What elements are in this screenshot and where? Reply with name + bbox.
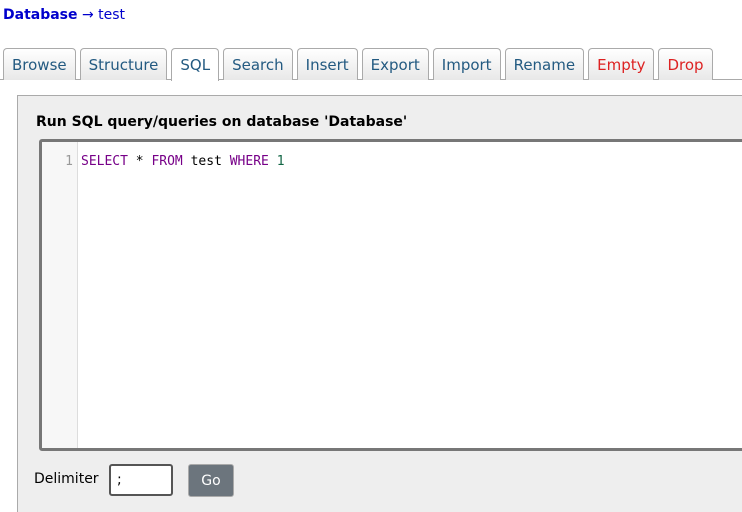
breadcrumb-table-link[interactable]: test (98, 7, 125, 23)
tab-bar: Browse Structure SQL Search Insert Expor… (3, 48, 713, 81)
tab-sql[interactable]: SQL (171, 48, 220, 81)
tab-export[interactable]: Export (361, 48, 429, 80)
tab-import[interactable]: Import (432, 48, 501, 80)
sql-page: Database → test Browse Structure SQL Sea… (0, 0, 742, 512)
tab-empty[interactable]: Empty (588, 48, 655, 80)
breadcrumb-arrow: → (81, 7, 94, 23)
sql-keyword-select: SELECT (81, 154, 128, 169)
sql-code-line[interactable]: SELECT * FROM test WHERE 1 (81, 154, 285, 169)
sql-keyword-from: FROM (151, 154, 183, 169)
breadcrumb: Database → test (3, 7, 125, 23)
sql-token-star: * (127, 154, 152, 169)
delimiter-label: Delimiter (34, 471, 99, 487)
tab-insert[interactable]: Insert (296, 48, 358, 80)
panel-title: Run SQL query/queries on database 'Datab… (36, 114, 408, 130)
tab-rename[interactable]: Rename (504, 48, 585, 80)
sql-token-table: test (182, 154, 230, 169)
sql-keyword-where: WHERE (229, 154, 269, 169)
tab-structure[interactable]: Structure (79, 48, 168, 80)
sql-editor[interactable]: 1 SELECT * FROM test WHERE 1 (39, 139, 742, 451)
sql-number-one: 1 (276, 154, 285, 169)
sql-token-space (269, 154, 277, 169)
editor-gutter: 1 (42, 142, 78, 448)
tab-browse[interactable]: Browse (3, 48, 76, 80)
go-button[interactable]: Go (188, 464, 234, 497)
delimiter-input[interactable] (109, 464, 173, 496)
line-number: 1 (65, 154, 73, 169)
tab-drop[interactable]: Drop (658, 48, 713, 80)
breadcrumb-database-link[interactable]: Database (3, 7, 78, 23)
tab-search[interactable]: Search (223, 48, 293, 80)
